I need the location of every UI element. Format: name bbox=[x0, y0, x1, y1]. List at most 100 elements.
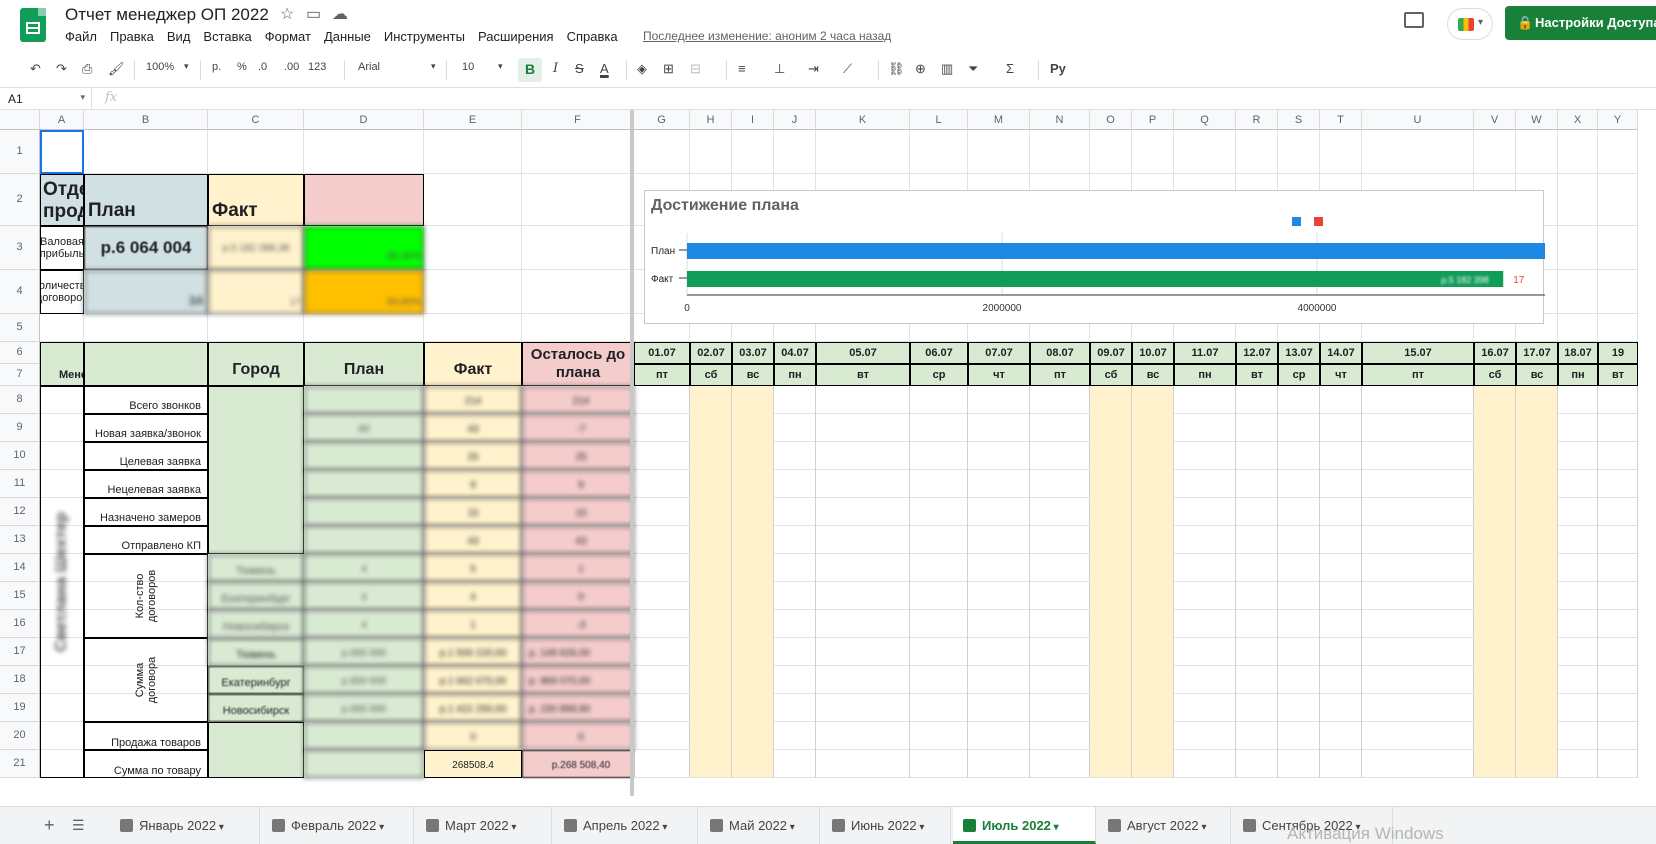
move-folder-icon[interactable]: ▭ bbox=[306, 4, 321, 24]
day-column-cells[interactable] bbox=[1030, 386, 1090, 778]
day-column-cells[interactable] bbox=[1474, 386, 1516, 778]
merge-cells-icon[interactable]: ⊟ bbox=[690, 61, 701, 77]
row-header-1[interactable]: 1 bbox=[0, 130, 40, 174]
row-header-16[interactable]: 16 bbox=[0, 610, 40, 638]
day-column-cells[interactable] bbox=[690, 386, 732, 778]
sheet-tab[interactable]: Июль 2022 ▾ bbox=[953, 807, 1096, 844]
row-header-18[interactable]: 18 bbox=[0, 666, 40, 694]
grid-cell[interactable] bbox=[522, 174, 634, 226]
add-sheet-icon[interactable]: + bbox=[44, 815, 55, 836]
grid-cell[interactable] bbox=[304, 130, 424, 174]
grid-cell[interactable] bbox=[1598, 130, 1638, 174]
horizontal-align-icon[interactable]: ≡ bbox=[738, 61, 746, 76]
row-header-9[interactable]: 9 bbox=[0, 414, 40, 442]
menu-item-1[interactable]: Правка bbox=[110, 29, 154, 44]
star-icon[interactable]: ☆ bbox=[280, 4, 294, 24]
row-header-13[interactable]: 13 bbox=[0, 526, 40, 554]
column-header-L[interactable]: L bbox=[910, 110, 968, 130]
grid-cell[interactable] bbox=[208, 130, 304, 174]
grid-cell[interactable] bbox=[1558, 174, 1598, 226]
strikethrough-icon[interactable]: S bbox=[575, 61, 584, 76]
text-color-icon[interactable]: A bbox=[600, 61, 609, 76]
menu-item-4[interactable]: Формат bbox=[265, 29, 311, 44]
grid-cell[interactable] bbox=[1132, 130, 1174, 174]
text-rotation-icon[interactable]: ⟋ bbox=[843, 61, 852, 77]
sheet-tab[interactable]: Январь 2022 ▾ bbox=[110, 807, 260, 844]
last-edit-link[interactable]: Последнее изменение: аноним 2 часа назад bbox=[643, 29, 891, 43]
grid-cell[interactable] bbox=[1598, 226, 1638, 270]
grid-cell[interactable] bbox=[690, 130, 732, 174]
column-header-P[interactable]: P bbox=[1132, 110, 1174, 130]
more-formats-button[interactable]: 123 bbox=[308, 61, 326, 73]
paint-format-icon[interactable]: 🖌 bbox=[108, 61, 125, 77]
sheet-tab[interactable]: Апрель 2022 ▾ bbox=[554, 807, 698, 844]
sheets-logo-icon[interactable] bbox=[20, 8, 46, 42]
column-header-U[interactable]: U bbox=[1362, 110, 1474, 130]
column-header-G[interactable]: G bbox=[634, 110, 690, 130]
grid-cell[interactable] bbox=[424, 174, 522, 226]
day-column-cells[interactable] bbox=[1558, 386, 1598, 778]
grid-cell[interactable] bbox=[424, 130, 522, 174]
menu-item-8[interactable]: Справка bbox=[567, 29, 618, 44]
grid-cell[interactable] bbox=[522, 226, 634, 270]
grid-cell[interactable] bbox=[1558, 270, 1598, 314]
share-button[interactable]: 🔒 Настройки Доступа bbox=[1505, 6, 1656, 40]
filter-icon[interactable]: ⏷ bbox=[968, 61, 978, 77]
cloud-status-icon[interactable]: ☁ bbox=[332, 4, 348, 24]
increase-decimal-button[interactable]: .00 bbox=[284, 61, 299, 73]
row-header-6[interactable]: 6 bbox=[0, 342, 40, 364]
row-header-11[interactable]: 11 bbox=[0, 470, 40, 498]
vertical-align-icon[interactable]: ⊥ bbox=[774, 61, 785, 77]
functions-icon[interactable]: Σ bbox=[1006, 61, 1014, 76]
font-size-select[interactable]: 10 bbox=[462, 61, 474, 73]
column-header-D[interactable]: D bbox=[304, 110, 424, 130]
grid-cell[interactable] bbox=[522, 314, 634, 342]
day-column-cells[interactable] bbox=[774, 386, 816, 778]
freeze-divider[interactable] bbox=[630, 110, 634, 796]
grid-cell[interactable] bbox=[1174, 130, 1236, 174]
column-header-Q[interactable]: Q bbox=[1174, 110, 1236, 130]
row-header-7[interactable]: 7 bbox=[0, 364, 40, 386]
grid-cell[interactable] bbox=[1598, 270, 1638, 314]
chevron-down-icon[interactable]: ▾ bbox=[509, 822, 516, 833]
day-column-cells[interactable] bbox=[1516, 386, 1558, 778]
row-header-21[interactable]: 21 bbox=[0, 750, 40, 778]
grid-cell[interactable] bbox=[304, 314, 424, 342]
menu-item-6[interactable]: Инструменты bbox=[384, 29, 465, 44]
column-header-B[interactable]: B bbox=[84, 110, 208, 130]
sheet-tab[interactable]: Март 2022 ▾ bbox=[416, 807, 552, 844]
insert-link-icon[interactable]: ⛓ bbox=[888, 61, 905, 77]
column-header-H[interactable]: H bbox=[690, 110, 732, 130]
day-column-cells[interactable] bbox=[968, 386, 1030, 778]
sheet-tab[interactable]: Август 2022 ▾ bbox=[1098, 807, 1231, 844]
row-header-5[interactable]: 5 bbox=[0, 314, 40, 342]
chevron-down-icon[interactable]: ▾ bbox=[1199, 822, 1206, 833]
column-header-E[interactable]: E bbox=[424, 110, 522, 130]
day-column-cells[interactable] bbox=[1362, 386, 1474, 778]
bold-button[interactable]: B bbox=[518, 58, 542, 82]
grid-cell[interactable] bbox=[424, 270, 522, 314]
zoom-select[interactable]: 100% bbox=[146, 61, 174, 73]
column-header-X[interactable]: X bbox=[1558, 110, 1598, 130]
row-header-3[interactable]: 3 bbox=[0, 226, 40, 270]
insert-comment-icon[interactable]: ⊕ bbox=[915, 61, 926, 77]
sheet-tab[interactable]: Июнь 2022 ▾ bbox=[822, 807, 951, 844]
day-column-cells[interactable] bbox=[816, 386, 910, 778]
grid-cell[interactable] bbox=[40, 314, 84, 342]
column-header-M[interactable]: M bbox=[968, 110, 1030, 130]
all-sheets-icon[interactable]: ☰ bbox=[72, 817, 85, 834]
column-header-Y[interactable]: Y bbox=[1598, 110, 1638, 130]
fill-color-icon[interactable]: ◈ bbox=[637, 61, 647, 77]
insert-chart-icon[interactable]: ▥ bbox=[941, 61, 953, 77]
document-title[interactable]: Отчет менеджер ОП 2022 bbox=[65, 5, 269, 25]
column-header-S[interactable]: S bbox=[1278, 110, 1320, 130]
grid-cell[interactable] bbox=[968, 130, 1030, 174]
menu-item-3[interactable]: Вставка bbox=[203, 29, 251, 44]
grid-cell[interactable] bbox=[424, 226, 522, 270]
row-header-19[interactable]: 19 bbox=[0, 694, 40, 722]
row-header-15[interactable]: 15 bbox=[0, 582, 40, 610]
italic-icon[interactable]: I bbox=[553, 61, 558, 76]
grid-cell[interactable] bbox=[1362, 130, 1474, 174]
grid-cell[interactable] bbox=[1598, 174, 1638, 226]
day-column-cells[interactable] bbox=[910, 386, 968, 778]
